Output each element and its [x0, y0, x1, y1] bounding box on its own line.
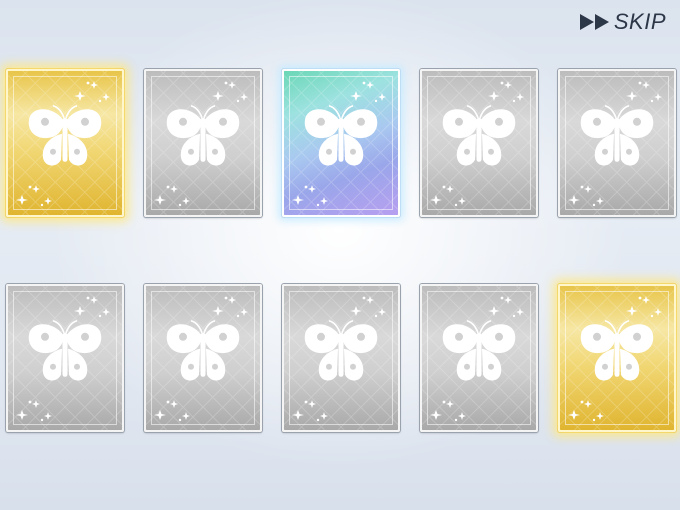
- card-10[interactable]: [558, 284, 676, 432]
- card-8[interactable]: [282, 284, 400, 432]
- butterfly-icon: [299, 319, 383, 389]
- sparkle-icon: [488, 77, 528, 105]
- card-5[interactable]: [558, 69, 676, 217]
- card-4[interactable]: [420, 69, 538, 217]
- sparkle-icon: [568, 181, 608, 209]
- sparkle-icon: [212, 292, 252, 320]
- sparkle-icon: [292, 396, 332, 424]
- sparkle-icon: [626, 292, 666, 320]
- sparkle-icon: [16, 181, 56, 209]
- butterfly-icon: [299, 104, 383, 174]
- sparkle-icon: [568, 396, 608, 424]
- card-1[interactable]: [6, 69, 124, 217]
- card-7[interactable]: [144, 284, 262, 432]
- sparkle-icon: [350, 77, 390, 105]
- card-9[interactable]: [420, 284, 538, 432]
- butterfly-icon: [161, 104, 245, 174]
- sparkle-icon: [154, 181, 194, 209]
- butterfly-icon: [437, 319, 521, 389]
- butterfly-icon: [23, 319, 107, 389]
- butterfly-icon: [161, 319, 245, 389]
- sparkle-icon: [430, 396, 470, 424]
- sparkle-icon: [154, 396, 194, 424]
- butterfly-icon: [575, 104, 659, 174]
- card-3[interactable]: [282, 69, 400, 217]
- butterfly-icon: [575, 319, 659, 389]
- sparkle-icon: [626, 77, 666, 105]
- sparkle-icon: [430, 181, 470, 209]
- sparkle-icon: [16, 396, 56, 424]
- sparkle-icon: [74, 292, 114, 320]
- card-6[interactable]: [6, 284, 124, 432]
- sparkle-icon: [292, 181, 332, 209]
- butterfly-icon: [437, 104, 521, 174]
- sparkle-icon: [488, 292, 528, 320]
- sparkle-icon: [212, 77, 252, 105]
- butterfly-icon: [23, 104, 107, 174]
- card-grid: [0, 0, 680, 510]
- card-2[interactable]: [144, 69, 262, 217]
- sparkle-icon: [350, 292, 390, 320]
- sparkle-icon: [74, 77, 114, 105]
